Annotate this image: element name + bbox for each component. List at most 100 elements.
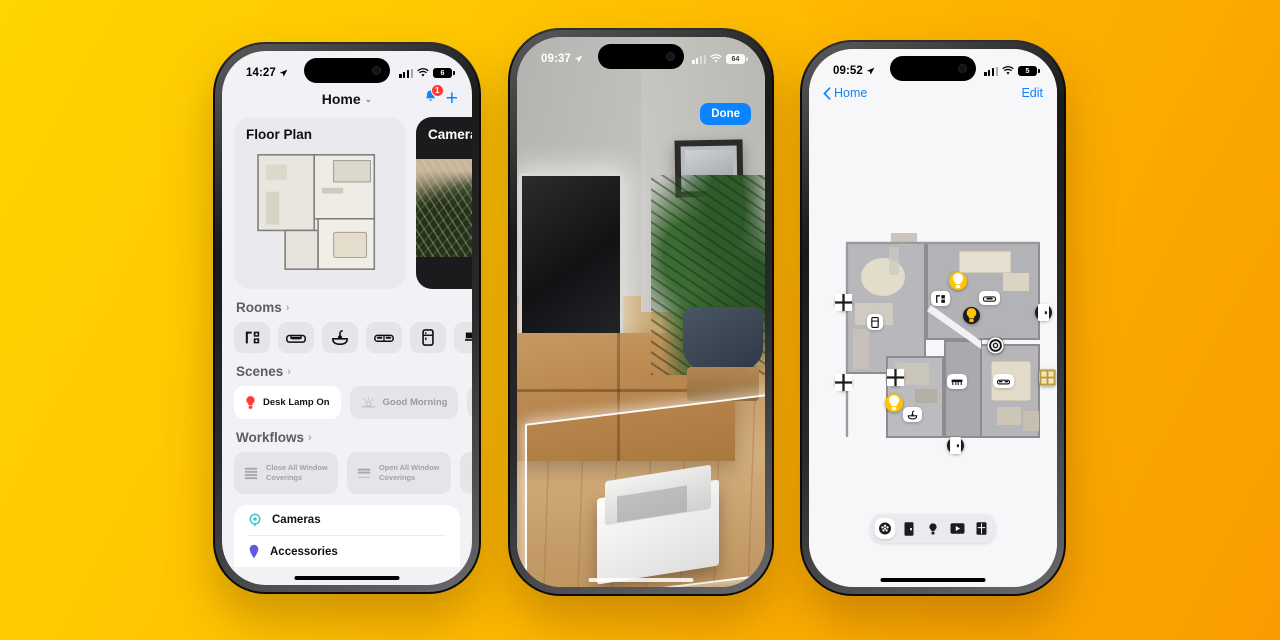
- chevron-right-icon: ›: [285, 301, 290, 314]
- list-item-cameras[interactable]: Cameras: [248, 505, 446, 536]
- fridge-icon: [422, 329, 434, 346]
- ar-plant-pot: [683, 307, 763, 373]
- room-tile-floorplan[interactable]: [234, 322, 270, 353]
- camera-icon: [950, 523, 964, 534]
- light-marker-living-off[interactable]: [963, 307, 980, 324]
- door-marker-right[interactable]: [1035, 304, 1052, 321]
- phone-ar-view: 09:37 64 Done: [508, 28, 774, 596]
- workflow-close-all-window-coverings[interactable]: Close All Window Coverings: [234, 452, 338, 494]
- filter-doors[interactable]: [899, 518, 920, 539]
- cameras-card[interactable]: Cameras: [416, 117, 472, 289]
- room-badge-sofa[interactable]: [979, 291, 1000, 305]
- edit-button[interactable]: Edit: [1021, 86, 1043, 100]
- scenes-label: Scenes: [236, 364, 284, 379]
- pin-icon: [249, 544, 259, 559]
- cellular-icon: [399, 68, 413, 78]
- home-indicator[interactable]: [588, 578, 694, 582]
- cellular-icon: [984, 66, 998, 76]
- workflows-section-header[interactable]: Workflows ›: [236, 430, 460, 445]
- room-badge-sink[interactable]: [903, 407, 922, 422]
- home-navbar: Home ⌄ 1 +: [222, 84, 472, 117]
- scenes-section-header[interactable]: Scenes ›: [236, 364, 460, 379]
- sink-icon: [907, 410, 918, 419]
- sofa-icon: [286, 334, 306, 343]
- dynamic-island: [304, 58, 390, 83]
- dining-icon: [951, 379, 963, 385]
- window-marker-kitchen-lower[interactable]: [835, 374, 852, 391]
- cellular-icon: [692, 54, 706, 64]
- lightbulb-icon: [888, 395, 900, 411]
- add-button[interactable]: +: [446, 88, 458, 109]
- camera-marker-hallway[interactable]: [987, 337, 1004, 354]
- floorplan-map[interactable]: [831, 229, 1056, 454]
- window-marker-bath[interactable]: [887, 369, 904, 386]
- scene-desk-lamp-on[interactable]: Desk Lamp On: [234, 386, 341, 419]
- window-grid-icon: [835, 374, 852, 391]
- status-indicators: 5: [984, 65, 1040, 77]
- room-tile-kitchen[interactable]: [410, 322, 446, 353]
- scene-good-morning[interactable]: Good Morning: [349, 386, 459, 419]
- workflow-open-all-window-coverings[interactable]: Open All Window Coverings: [347, 452, 451, 494]
- back-button[interactable]: Home: [823, 86, 867, 100]
- camera-lens-icon: [987, 337, 1004, 354]
- status-time-group: 09:37: [541, 53, 583, 65]
- room-tile-bathroom[interactable]: [322, 322, 358, 353]
- filter-all-accessories[interactable]: [874, 518, 896, 539]
- blinds-icon: [471, 467, 472, 479]
- home-indicator[interactable]: [294, 576, 400, 580]
- workflows-label: Workflows: [236, 430, 305, 445]
- window-marker-kitchen-left[interactable]: [835, 294, 852, 311]
- notifications-button[interactable]: 1: [423, 84, 444, 109]
- ar-floorplan-3d-model[interactable]: [597, 464, 719, 585]
- chevron-left-icon: [823, 86, 831, 100]
- wifi-icon: [710, 54, 722, 63]
- filter-cameras[interactable]: [947, 518, 968, 539]
- floor-plan-card[interactable]: Floor Plan: [234, 117, 406, 289]
- window-icon: [976, 522, 986, 535]
- wifi-icon: [417, 68, 429, 77]
- floorplan-svg: [845, 233, 1040, 438]
- scenes-row[interactable]: Desk Lamp On Good Morning: [234, 386, 472, 419]
- room-tile-livingroom[interactable]: [278, 322, 314, 353]
- room-tile-bedroom[interactable]: [366, 322, 402, 353]
- room-tile-office[interactable]: [454, 322, 472, 353]
- scene-third[interactable]: [467, 386, 472, 419]
- door-marker-bottom[interactable]: [947, 437, 964, 454]
- done-button[interactable]: Done: [700, 103, 751, 125]
- dynamic-island: [890, 56, 976, 81]
- ar-television: [519, 173, 623, 343]
- rooms-label: Rooms: [236, 300, 282, 315]
- scene-label: Desk Lamp On: [263, 397, 330, 408]
- location-arrow-icon: [866, 67, 875, 75]
- light-marker-living-on[interactable]: [949, 272, 967, 290]
- room-badge-bed[interactable]: [993, 374, 1014, 388]
- rooms-row[interactable]: [234, 322, 472, 353]
- window-grid-icon: [1039, 369, 1056, 386]
- filter-windows[interactable]: [971, 518, 992, 539]
- filter-lights[interactable]: [923, 518, 944, 539]
- home-indicator[interactable]: [880, 578, 986, 582]
- light-marker-bath-on[interactable]: [885, 394, 903, 412]
- workflow-label: Open All Window Coverings: [379, 463, 440, 482]
- floorplan-filter-toolbar[interactable]: [870, 514, 996, 543]
- room-badge-living[interactable]: [931, 291, 950, 306]
- blinds-open-icon: [357, 468, 371, 478]
- home-content: Floor Plan Camer Rooms › Scenes › Desk L…: [222, 117, 472, 585]
- lightbulb-icon: [246, 396, 255, 409]
- workflows-row[interactable]: Close All Window Coverings Open All Wind…: [234, 452, 472, 494]
- sunrise-icon: [361, 397, 375, 408]
- list-item-label: Cameras: [272, 514, 321, 526]
- camera-icon: [249, 513, 261, 527]
- list-item-accessories[interactable]: Accessories: [248, 536, 446, 567]
- cards-carousel[interactable]: Floor Plan Camer: [234, 117, 472, 289]
- window-marker-bedroom[interactable]: [1039, 369, 1056, 386]
- room-badge-dining[interactable]: [947, 374, 967, 389]
- ar-camera-view[interactable]: 09:37 64 Done: [517, 37, 765, 587]
- navbar-actions: 1 +: [423, 84, 458, 109]
- location-arrow-icon: [279, 69, 288, 77]
- floorplan-icon: [936, 294, 945, 303]
- room-badge-fridge[interactable]: [867, 314, 883, 330]
- lightbulb-icon: [952, 273, 964, 289]
- workflow-third[interactable]: [460, 452, 472, 494]
- rooms-section-header[interactable]: Rooms ›: [236, 300, 460, 315]
